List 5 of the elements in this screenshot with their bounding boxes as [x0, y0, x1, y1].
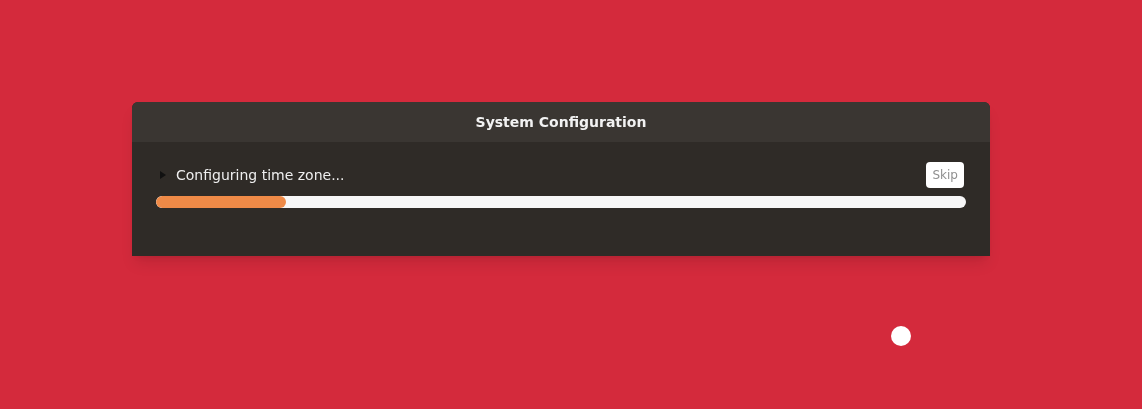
window-title: System Configuration: [475, 112, 647, 132]
expander-toggle[interactable]: [158, 170, 168, 180]
mouse-pointer-icon: [891, 326, 911, 346]
status-text: Configuring time zone...: [176, 165, 345, 185]
triangle-icon: [160, 171, 166, 179]
